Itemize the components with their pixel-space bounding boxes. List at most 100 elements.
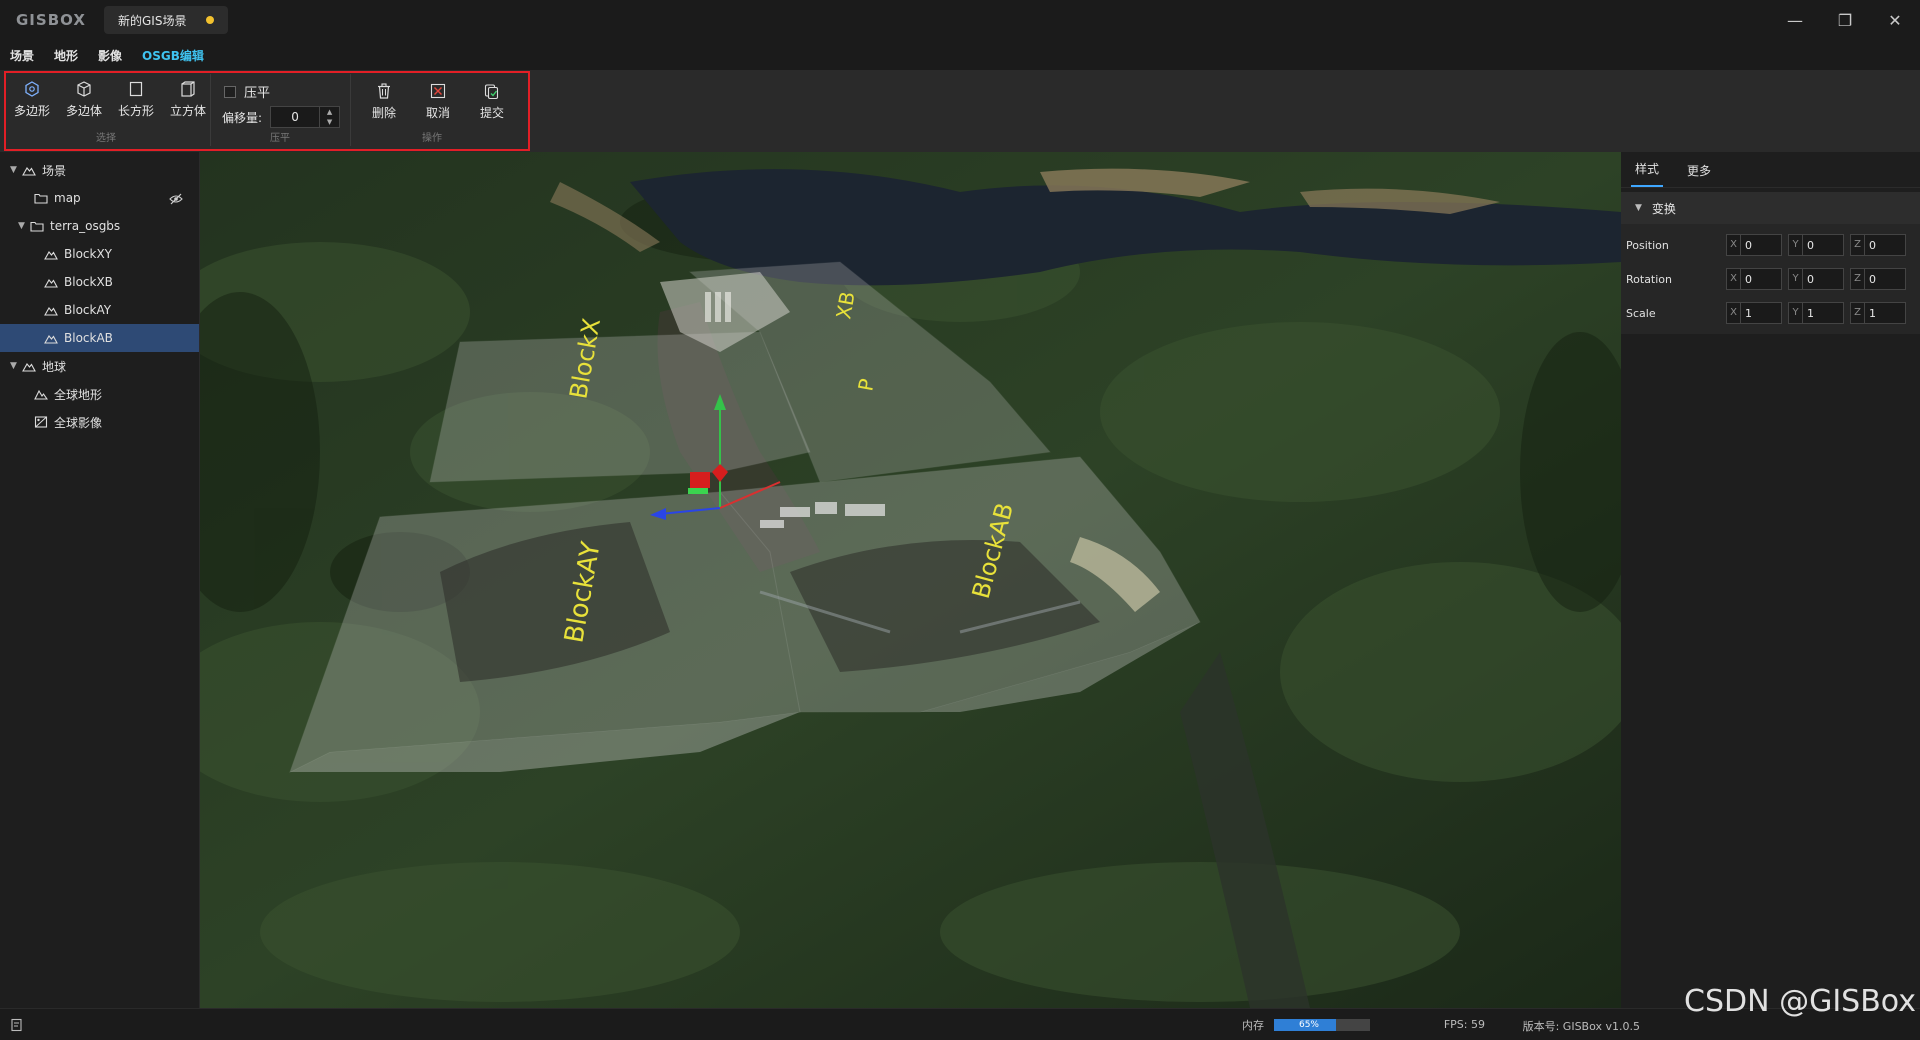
axis-y-label: Y [1789, 235, 1803, 255]
axis-y-label: Y [1789, 303, 1803, 323]
tree-node-earth[interactable]: ▼ 地球 [0, 352, 199, 380]
chevron-down-icon[interactable]: ▼ [1635, 203, 1642, 213]
scene-tree-panel: ▼ 场景 map ▼ terra_osgbs BlockXY BlockXB B… [0, 152, 200, 1008]
tab-style[interactable]: 样式 [1631, 160, 1664, 187]
tree-node-block[interactable]: BlockXY [0, 240, 199, 268]
menu-scene[interactable]: 场景 [10, 47, 34, 64]
scale-x-field[interactable]: X [1726, 302, 1782, 324]
scale-y-field[interactable]: Y [1788, 302, 1844, 324]
tree-node-block[interactable]: BlockAY [0, 296, 199, 324]
rotation-z-field[interactable]: Z [1850, 268, 1906, 290]
notes-icon[interactable] [10, 1018, 24, 1032]
version-label: 版本号: GISBox v1.0.5 [1522, 1020, 1640, 1033]
gizmo-xy-handle[interactable] [690, 472, 710, 488]
position-z-input[interactable] [1865, 237, 1905, 253]
memory-indicator: 内存 65% [1242, 1017, 1370, 1033]
rotation-x-input[interactable] [1741, 271, 1781, 287]
rotation-label: Rotation [1626, 272, 1673, 286]
memory-percent: 65% [1298, 1020, 1319, 1030]
tree-node-global-imagery[interactable]: 全球影像 [0, 408, 199, 436]
axis-y-label: Y [1789, 269, 1803, 289]
terrain-icon [22, 363, 36, 372]
document-tab-label: 新的GIS场景 [118, 13, 187, 28]
tree-node-scene[interactable]: ▼ 场景 [0, 156, 199, 184]
axis-z-label: Z [1851, 235, 1865, 255]
menu-bar: 场景 地形 影像 OSGB编辑 [0, 40, 1920, 70]
app-logo: GISBOX [16, 11, 86, 29]
memory-label: 内存 [1242, 1019, 1264, 1032]
axis-x-label: X [1727, 303, 1741, 323]
memory-bar: 65% [1274, 1019, 1370, 1031]
position-row: Position X Y Z [1621, 228, 1920, 262]
axis-x-label: X [1727, 269, 1741, 289]
chevron-down-icon[interactable]: ▼ [10, 361, 22, 371]
scale-label: Scale [1626, 306, 1656, 320]
label-block-xb: XB [831, 290, 859, 321]
tab-more[interactable]: 更多 [1683, 162, 1715, 187]
tree-node-block[interactable]: BlockXB [0, 268, 199, 296]
scale-z-input[interactable] [1865, 305, 1905, 321]
folder-icon [30, 221, 44, 232]
tree-node-terra-osgbs[interactable]: ▼ terra_osgbs [0, 212, 199, 240]
transform-section-label: 变换 [1651, 201, 1676, 216]
position-x-field[interactable]: X [1726, 234, 1782, 256]
position-y-input[interactable] [1803, 237, 1843, 253]
block-x-volume[interactable] [429, 331, 811, 483]
tree-block-label: BlockXB [64, 275, 113, 289]
terrain-icon [22, 167, 36, 176]
restore-button[interactable]: ❐ [1820, 0, 1870, 40]
tree-map-label: map [54, 191, 81, 205]
scale-y-input[interactable] [1803, 305, 1843, 321]
scale-row: Scale X Y Z [1621, 296, 1920, 330]
menu-osgb-edit[interactable]: OSGB编辑 [142, 47, 204, 64]
rotation-x-field[interactable]: X [1726, 268, 1782, 290]
tree-scene-label: 场景 [42, 163, 67, 178]
model-icon [44, 279, 58, 288]
position-z-field[interactable]: Z [1850, 234, 1906, 256]
properties-tabs: 样式 更多 [1621, 152, 1920, 188]
rotation-z-input[interactable] [1865, 271, 1905, 287]
close-button[interactable]: ✕ [1870, 0, 1920, 40]
ribbon-toolbar: 多边形 多边体 长方形 立方体 选择 压平 偏移量: ▲ ▼ [0, 70, 1920, 152]
tree-node-map[interactable]: map [0, 184, 199, 212]
rotation-y-field[interactable]: Y [1788, 268, 1844, 290]
tree-node-block-selected[interactable]: BlockAB [0, 324, 199, 352]
title-bar: GISBOX 新的GIS场景 — ❐ ✕ [0, 0, 1920, 40]
axis-z-label: Z [1851, 269, 1865, 289]
tree-terra-label: terra_osgbs [50, 219, 121, 233]
highlight-frame [4, 71, 530, 151]
tree-node-global-terrain[interactable]: 全球地形 [0, 380, 199, 408]
position-x-input[interactable] [1741, 237, 1781, 253]
model-icon [44, 335, 58, 344]
chevron-down-icon[interactable]: ▼ [18, 221, 30, 231]
scene-canvas[interactable]: BlockX XB P BlockAY BlockAB [200, 152, 1621, 1008]
tree-block-label: BlockXY [64, 247, 113, 261]
status-bar: 内存 65% FPS: 59 版本号: GISBox v1.0.5 [0, 1008, 1920, 1040]
fps-counter: FPS: 59 [1443, 1018, 1485, 1031]
position-label: Position [1626, 238, 1669, 252]
document-tab[interactable]: 新的GIS场景 [104, 6, 229, 34]
window-controls: — ❐ ✕ [1770, 0, 1920, 40]
eye-hidden-icon[interactable] [169, 192, 183, 206]
scale-z-field[interactable]: Z [1850, 302, 1906, 324]
minimize-button[interactable]: — [1770, 0, 1820, 40]
rotation-row: Rotation X Y Z [1621, 262, 1920, 296]
tree-block-label: BlockAB [64, 331, 113, 345]
transform-properties: Position X Y Z Rotation X Y Z Scale X Y … [1621, 224, 1920, 334]
position-y-field[interactable]: Y [1788, 234, 1844, 256]
map-viewport[interactable]: BlockX XB P BlockAY BlockAB [200, 152, 1621, 1008]
tree-block-label: BlockAY [64, 303, 112, 317]
dam-spillways [705, 292, 731, 322]
chevron-down-icon[interactable]: ▼ [10, 165, 22, 175]
menu-imagery[interactable]: 影像 [98, 47, 122, 64]
tree-earth-label: 地球 [42, 359, 67, 374]
menu-terrain[interactable]: 地形 [54, 47, 78, 64]
model-icon [44, 307, 58, 316]
scale-x-input[interactable] [1741, 305, 1781, 321]
gizmo-yz-handle[interactable] [688, 488, 708, 494]
rotation-y-input[interactable] [1803, 271, 1843, 287]
transform-section-header[interactable]: ▼ 变换 [1621, 192, 1920, 224]
model-icon [44, 251, 58, 260]
watermark: CSDN @GISBox [1684, 984, 1916, 1019]
image-icon [34, 416, 48, 428]
